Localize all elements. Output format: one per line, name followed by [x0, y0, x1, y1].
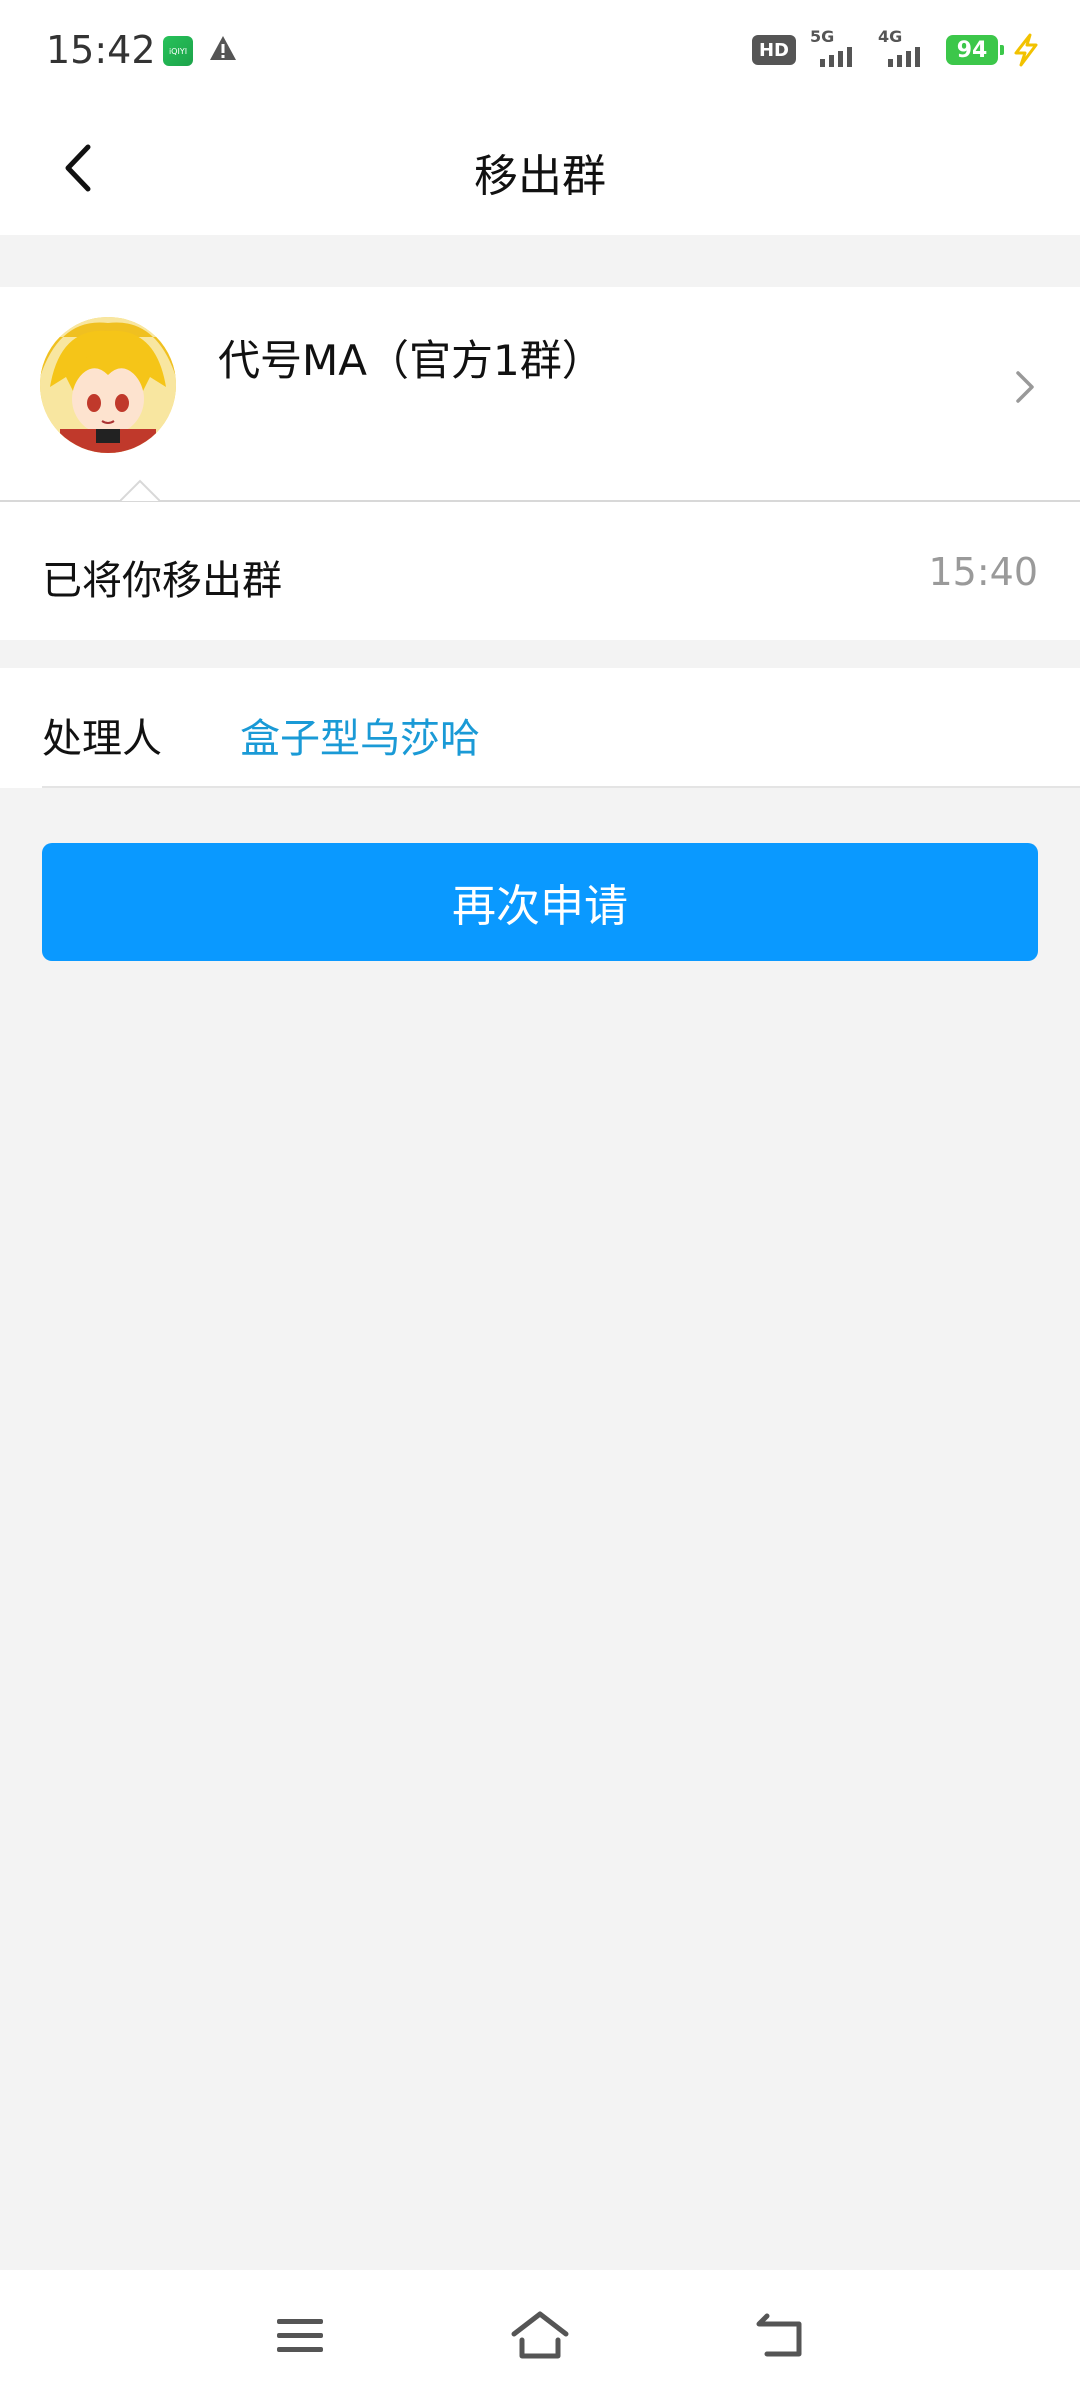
- menu-icon: [277, 2319, 323, 2352]
- system-nav-bar: [0, 2270, 1080, 2400]
- handler-row: 处理人 盒子型乌莎哈: [0, 668, 1080, 788]
- menu-button[interactable]: [270, 2305, 330, 2365]
- group-name: 代号MA（官方1群）: [218, 336, 604, 385]
- iqiyi-app-icon: iQIYI: [163, 36, 193, 66]
- status-indicators: HD 5G 4G 94: [752, 27, 1040, 70]
- status-time: 15:42: [46, 28, 156, 72]
- back-nav-button[interactable]: [750, 2305, 810, 2365]
- handler-name-link[interactable]: 盒子型乌莎哈: [240, 706, 480, 764]
- home-button[interactable]: [510, 2305, 570, 2365]
- hd-icon: HD: [752, 35, 796, 65]
- callout-pointer: [119, 478, 161, 502]
- chevron-right-icon: [1010, 367, 1040, 407]
- network-4g-label: 4G: [878, 27, 903, 46]
- message-time: 15:40: [928, 550, 1038, 594]
- charging-icon: [1012, 33, 1040, 67]
- status-bar: 15:42 iQIYI HD 5G 4G 94: [0, 0, 1080, 100]
- handler-label: 处理人: [42, 716, 162, 762]
- return-icon: [756, 2313, 802, 2357]
- nav-bar: 移出群: [0, 100, 1080, 235]
- message-text: 已将你移出群: [42, 558, 282, 604]
- signal-5g-icon: 5G: [810, 27, 864, 67]
- battery-icon: 94: [946, 35, 1004, 65]
- home-icon: [511, 2311, 569, 2359]
- signal-4g-icon: 4G: [878, 27, 932, 67]
- group-card[interactable]: 代号MA（官方1群）: [0, 287, 1080, 502]
- reapply-button[interactable]: 再次申请: [42, 843, 1038, 961]
- group-avatar: [40, 317, 176, 453]
- warning-icon: [208, 34, 238, 66]
- page-title: 移出群: [474, 151, 606, 202]
- notification-message: 已将你移出群 15:40: [0, 502, 1080, 640]
- divider: [42, 786, 1080, 788]
- network-5g-label: 5G: [810, 27, 835, 46]
